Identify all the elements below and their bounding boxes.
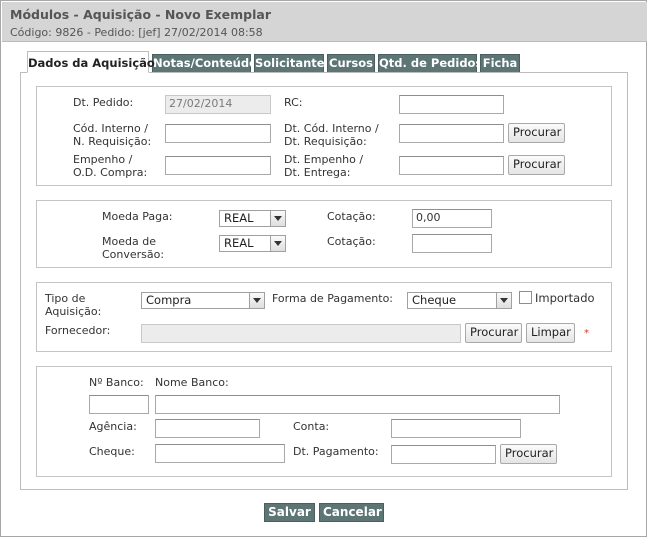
moeda-paga-value: REAL bbox=[224, 211, 254, 225]
cotacao2-label: Cotação: bbox=[327, 235, 376, 248]
tab-qtd-de-pedidos[interactable]: Qtd. de Pedidos bbox=[378, 54, 482, 72]
forma-pagamento-select[interactable]: Cheque bbox=[407, 292, 512, 309]
procurar-button-fornecedor[interactable]: Procurar bbox=[465, 323, 522, 343]
dt-pagamento-label: Dt. Pagamento: bbox=[293, 445, 379, 458]
cotacao-label: Cotação: bbox=[327, 210, 376, 223]
procurar-button-dt-pagamento[interactable]: Procurar bbox=[500, 444, 557, 464]
empenho-field[interactable] bbox=[165, 156, 271, 175]
tab-solicitante[interactable]: Solicitante bbox=[254, 54, 325, 72]
procurar-button-dt-entrega[interactable]: Procurar bbox=[508, 155, 565, 175]
n-banco-field[interactable] bbox=[89, 395, 149, 414]
dt-pedido-label: Dt. Pedido: bbox=[73, 96, 134, 109]
fornecedor-label: Fornecedor: bbox=[45, 324, 111, 337]
importado-label: Importado bbox=[535, 291, 595, 305]
cotacao2-field[interactable] bbox=[412, 234, 492, 253]
dt-pagamento-field[interactable] bbox=[391, 445, 496, 464]
cheque-label: Cheque: bbox=[89, 445, 135, 458]
tab-notas-conteudo[interactable]: Notas/Conteúdo bbox=[152, 54, 257, 72]
dt-pedido-field: 27/02/2014 bbox=[165, 95, 271, 114]
dt-cod-interno-label-line1: Dt. Cód. Interno / bbox=[284, 122, 379, 135]
page-subtitle: Código: 9826 - Pedido: [jef] 27/02/2014 … bbox=[10, 26, 263, 39]
rc-label: RC: bbox=[284, 96, 303, 109]
dt-empenho-label-line2: Dt. Entrega: bbox=[284, 166, 351, 179]
tipo-aquisicao-select[interactable]: Compra bbox=[141, 292, 265, 309]
dt-cod-interno-label-line2: Dt. Requisição: bbox=[284, 135, 367, 148]
cod-interno-label-line1: Cód. Interno / bbox=[73, 122, 148, 135]
moeda-conversao-value: REAL bbox=[224, 236, 254, 250]
conta-label: Conta: bbox=[293, 420, 330, 433]
moeda-paga-select[interactable]: REAL bbox=[219, 210, 286, 227]
moeda-conversao-select[interactable]: REAL bbox=[219, 235, 286, 252]
window-frame: Módulos - Aquisição - Novo Exemplar Códi… bbox=[0, 0, 647, 537]
tab-dados-da-aquisicao[interactable]: Dados da Aquisição bbox=[27, 51, 155, 73]
rc-field[interactable] bbox=[399, 95, 504, 114]
n-banco-label: Nº Banco: bbox=[89, 376, 144, 389]
tipo-aquisicao-label-line2: Aquisição: bbox=[45, 305, 102, 318]
cod-interno-label-line2: N. Requisição: bbox=[73, 135, 152, 148]
nome-banco-label: Nome Banco: bbox=[155, 376, 229, 389]
fornecedor-field bbox=[141, 324, 461, 343]
tab-ficha[interactable]: Ficha bbox=[480, 54, 520, 72]
chevron-down-icon bbox=[249, 293, 264, 308]
required-indicator: * bbox=[584, 328, 589, 339]
tipo-aquisicao-value: Compra bbox=[146, 293, 192, 307]
moeda-conversao-label-line1: Moeda de bbox=[102, 235, 156, 248]
window-header: Módulos - Aquisição - Novo Exemplar Códi… bbox=[2, 2, 647, 42]
chevron-down-icon bbox=[270, 236, 285, 251]
forma-pagamento-value: Cheque bbox=[412, 293, 457, 307]
cod-interno-field[interactable] bbox=[165, 124, 271, 143]
limpar-button[interactable]: Limpar bbox=[526, 323, 575, 343]
salvar-button[interactable]: Salvar bbox=[264, 503, 315, 522]
conta-field[interactable] bbox=[391, 419, 521, 438]
procurar-button-dt-requisicao[interactable]: Procurar bbox=[508, 123, 565, 143]
page-title: Módulos - Aquisição - Novo Exemplar bbox=[10, 7, 272, 22]
chevron-down-icon bbox=[496, 293, 511, 308]
importado-checkbox[interactable] bbox=[519, 291, 532, 304]
moeda-conversao-label-line2: Conversão: bbox=[102, 248, 165, 261]
cancelar-button[interactable]: Cancelar bbox=[319, 503, 384, 522]
dt-empenho-label-line1: Dt. Empenho / bbox=[284, 153, 364, 166]
cheque-field[interactable] bbox=[155, 444, 285, 463]
cotacao-field[interactable]: 0,00 bbox=[412, 209, 492, 228]
moeda-paga-label: Moeda Paga: bbox=[102, 210, 173, 223]
tipo-aquisicao-label-line1: Tipo de bbox=[45, 292, 86, 305]
dt-requisicao-field[interactable] bbox=[399, 124, 504, 143]
agencia-label: Agência: bbox=[89, 420, 137, 433]
agencia-field[interactable] bbox=[155, 419, 260, 438]
dt-entrega-field[interactable] bbox=[399, 156, 504, 175]
empenho-label-line1: Empenho / bbox=[73, 153, 133, 166]
nome-banco-field[interactable] bbox=[155, 395, 560, 414]
empenho-label-line2: O.D. Compra: bbox=[73, 166, 148, 179]
tab-cursos[interactable]: Cursos bbox=[327, 54, 375, 72]
chevron-down-icon bbox=[270, 211, 285, 226]
forma-pagamento-label: Forma de Pagamento: bbox=[272, 292, 393, 305]
